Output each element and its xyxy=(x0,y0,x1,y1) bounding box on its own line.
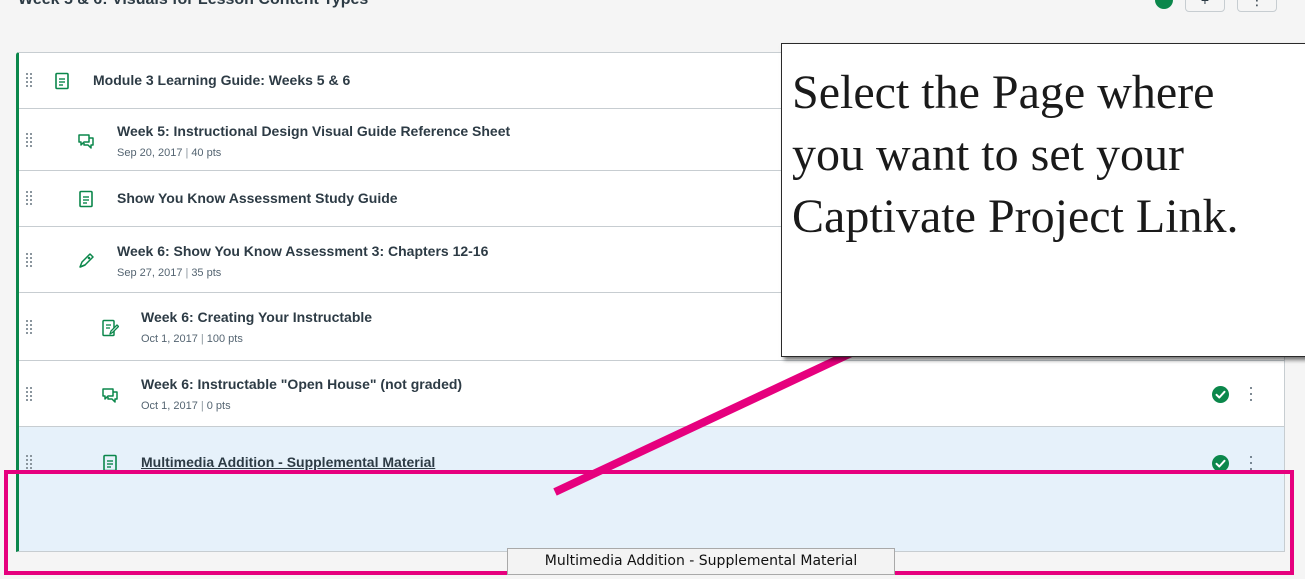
meta-separator: | xyxy=(185,267,189,279)
drag-handle-icon[interactable] xyxy=(26,387,36,401)
item-meta: Oct 1, 2017 | 0 pts xyxy=(141,400,231,412)
assignment-icon xyxy=(102,319,119,337)
module-menu-button[interactable]: ⋮ xyxy=(1237,0,1277,12)
item-meta: Sep 27, 2017 | 35 pts xyxy=(117,267,221,279)
item-title[interactable]: Week 6: Show You Know Assessment 3: Chap… xyxy=(117,243,488,259)
module-published-icon[interactable] xyxy=(1155,0,1173,9)
quiz-icon xyxy=(79,253,94,268)
points: 0 pts xyxy=(206,400,231,412)
item-title[interactable]: Week 6: Instructable "Open House" (not g… xyxy=(141,376,462,392)
callout-line: you want to set your xyxy=(792,128,1184,181)
published-check-icon[interactable] xyxy=(1212,386,1229,403)
meta-separator: | xyxy=(200,400,204,412)
link-tooltip: Multimedia Addition - Supplemental Mater… xyxy=(507,548,895,575)
page-icon xyxy=(79,190,93,208)
module-item-row[interactable]: Week 6: Instructable "Open House" (not g… xyxy=(19,361,1284,427)
callout-line: Select the Page where xyxy=(792,66,1215,119)
page-icon xyxy=(55,72,69,90)
item-title[interactable]: Week 5: Instructional Design Visual Guid… xyxy=(117,123,510,139)
callout-line: Captivate Project Link. xyxy=(792,190,1239,243)
meta-separator: | xyxy=(200,333,204,345)
item-meta: Sep 20, 2017 | 40 pts xyxy=(117,147,221,159)
points: 40 pts xyxy=(191,147,222,159)
item-title[interactable]: Show You Know Assessment Study Guide xyxy=(117,190,398,206)
points: 100 pts xyxy=(206,333,243,345)
item-menu-icon[interactable] xyxy=(1244,385,1258,403)
points: 35 pts xyxy=(191,267,222,279)
item-title-link[interactable]: Multimedia Addition - Supplemental Mater… xyxy=(141,454,435,470)
module-header: Week 5 & 6: Visuals for Lesson Content T… xyxy=(0,0,1305,12)
drag-handle-icon[interactable] xyxy=(26,320,36,334)
item-meta: Oct 1, 2017 | 100 pts xyxy=(141,333,243,345)
discussion-icon xyxy=(102,388,118,403)
add-item-button[interactable]: + xyxy=(1185,0,1225,12)
item-title[interactable]: Week 6: Creating Your Instructable xyxy=(141,309,372,325)
drag-handle-icon[interactable] xyxy=(26,191,36,205)
item-title[interactable]: Module 3 Learning Guide: Weeks 5 & 6 xyxy=(93,72,350,88)
module-title[interactable]: Week 5 & 6: Visuals for Lesson Content T… xyxy=(18,0,368,9)
instruction-callout: Select the Page where you want to set yo… xyxy=(781,43,1305,357)
discussion-icon xyxy=(78,134,94,149)
due-date: Sep 20, 2017 xyxy=(117,147,183,159)
meta-separator: | xyxy=(185,147,189,159)
due-date: Oct 1, 2017 xyxy=(141,400,198,412)
due-date: Sep 27, 2017 xyxy=(117,267,183,279)
callout-text: Select the Page where you want to set yo… xyxy=(792,62,1239,248)
drag-handle-icon[interactable] xyxy=(26,455,36,469)
drag-handle-icon[interactable] xyxy=(26,73,36,87)
due-date: Oct 1, 2017 xyxy=(141,333,198,345)
drag-handle-icon[interactable] xyxy=(26,133,36,147)
drag-handle-icon[interactable] xyxy=(26,253,36,267)
